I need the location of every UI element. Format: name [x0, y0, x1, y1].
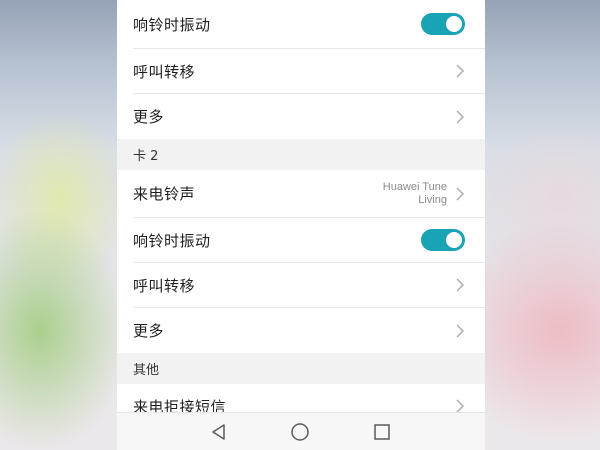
section-header-other: 其他	[117, 353, 485, 384]
back-button[interactable]	[208, 421, 230, 443]
back-icon	[212, 424, 225, 440]
recents-icon	[374, 424, 390, 440]
toggle-knob	[446, 232, 462, 248]
ringtone-value-line2: Living	[418, 193, 447, 206]
card2-ringtone-label: 来电铃声	[133, 185, 196, 203]
chevron-right-icon	[456, 323, 465, 338]
card2-call-forwarding-row[interactable]: 呼叫转移	[117, 263, 485, 307]
card2-vibrate-toggle[interactable]	[421, 229, 465, 251]
home-icon	[291, 423, 309, 441]
card1-vibrate-toggle[interactable]	[421, 13, 465, 35]
card1-vibrate-label: 响铃时振动	[133, 15, 211, 34]
section-title-card2: 卡 2	[133, 149, 159, 164]
section-header-card2: 卡 2	[117, 139, 485, 170]
ringtone-value-line1: Huawei Tune	[382, 180, 447, 193]
card2-vibrate-row[interactable]: 响铃时振动	[117, 218, 485, 262]
home-button[interactable]	[289, 421, 311, 443]
chevron-right-icon	[456, 109, 465, 124]
card1-more-label: 更多	[133, 108, 165, 126]
card2-ringtone-row[interactable]: 来电铃声 Huawei Tune Living	[117, 170, 485, 217]
chevron-right-icon	[456, 399, 465, 413]
card2-more-label: 更多	[133, 322, 165, 340]
card1-more-row[interactable]: 更多	[117, 94, 485, 139]
chevron-right-icon	[456, 64, 465, 78]
toggle-knob	[446, 16, 462, 32]
chevron-right-icon	[456, 186, 465, 201]
phone-screen: 响铃时振动 呼叫转移 更多 卡 2 来电铃声 Huawei Tune Livin…	[117, 0, 485, 450]
card1-vibrate-row[interactable]: 响铃时振动	[117, 0, 485, 48]
card1-call-forwarding-row[interactable]: 呼叫转移	[117, 49, 485, 93]
chevron-right-icon	[456, 278, 465, 292]
section-title-other: 其他	[133, 363, 160, 378]
card2-call-forwarding-label: 呼叫转移	[133, 276, 196, 295]
card2-vibrate-label: 响铃时振动	[133, 231, 211, 250]
card2-more-row[interactable]: 更多	[117, 308, 485, 353]
card2-ringtone-value: Huawei Tune Living	[383, 181, 447, 207]
navigation-bar	[117, 412, 485, 450]
card1-call-forwarding-label: 呼叫转移	[133, 62, 196, 81]
recents-button[interactable]	[371, 421, 393, 443]
